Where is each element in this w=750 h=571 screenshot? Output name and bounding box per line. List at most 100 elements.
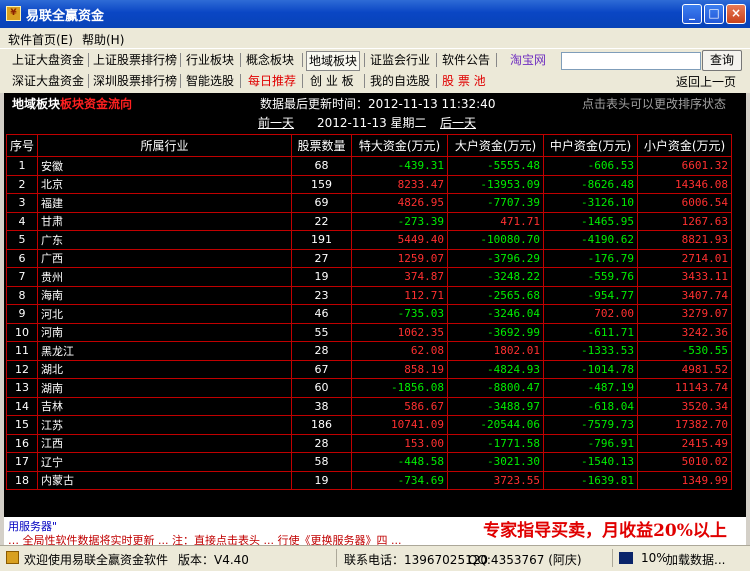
table-row[interactable]: 3 福建 69 4826.95 -7707.39 -3126.10 6006.54 [5,193,733,213]
cell-super-large: 153.00 [351,433,449,453]
cell-count: 28 [291,433,353,453]
cell-large: -10080.70 [447,230,545,250]
maximize-button[interactable]: □ [704,4,724,24]
cell-small: 5010.02 [637,452,733,472]
prev-day-link[interactable]: 前一天 [258,114,294,131]
menu-bar: 软件首页(E) 帮助(H) [0,28,750,48]
toolbar-stock-pool[interactable]: 股 票 池 [442,72,486,90]
menu-help[interactable]: 帮助(H) [82,31,124,48]
search-input[interactable] [561,52,701,70]
close-button[interactable]: × [726,4,746,24]
cell-medium: -7579.73 [543,415,639,435]
header-large[interactable]: 大户资金(万元) [447,134,545,157]
toolbar-notice[interactable]: 软件公告 [442,51,490,69]
cell-small: 4981.52 [637,359,733,379]
back-link[interactable]: 返回上一页 [676,73,736,90]
table-row[interactable]: 10 河南 55 1062.35 -3692.99 -611.71 3242.36 [5,322,733,342]
toolbar-industry[interactable]: 行业板块 [186,51,234,69]
cell-medium: -559.76 [543,267,639,287]
table-row[interactable]: 6 广西 27 1259.07 -3796.29 -176.79 2714.01 [5,248,733,268]
cell-small: 1349.99 [637,470,733,490]
toolbar-taobao[interactable]: 淘宝网 [510,51,546,69]
cell-medium: -487.19 [543,378,639,398]
minimize-button[interactable]: _ [682,4,702,24]
cell-large: -7707.39 [447,193,545,213]
toolbar-smart-pick[interactable]: 智能选股 [186,72,234,90]
header-index[interactable]: 序号 [5,134,39,157]
toolbar-sh-market[interactable]: 上证大盘资金 [12,51,84,69]
toolbar-concept[interactable]: 概念板块 [246,51,294,69]
cell-medium: -1014.78 [543,359,639,379]
cell-large: -4824.93 [447,359,545,379]
cell-small: 1267.63 [637,211,733,231]
cell-count: 55 [291,322,353,342]
table-row[interactable]: 7 贵州 19 374.87 -3248.22 -559.76 3433.11 [5,267,733,287]
cell-super-large: -734.69 [351,470,449,490]
window-title: 易联全赢资金 [26,9,105,24]
cell-index: 15 [5,415,39,435]
cell-count: 27 [291,248,353,268]
app-icon: ¥ [6,6,21,21]
header-count[interactable]: 股票数量 [291,134,353,157]
next-day-link[interactable]: 后一天 [440,114,476,131]
header-medium[interactable]: 中户资金(万元) [543,134,639,157]
cell-large: 471.71 [447,211,545,231]
table-row[interactable]: 2 北京 159 8233.47 -13953.09 -8626.48 14346.08 [5,174,733,194]
cell-large: -5555.48 [447,156,545,176]
table-row[interactable]: 11 黑龙江 28 62.08 1802.01 -1333.53 -530.55 [5,341,733,361]
toolbar-gem[interactable]: 创 业 板 [310,72,354,90]
cell-super-large: 858.19 [351,359,449,379]
cell-region: 河北 [37,304,293,324]
header-super-large[interactable]: 特大资金(万元) [351,134,449,157]
cell-small: -530.55 [637,341,733,361]
toolbar-watchlist[interactable]: 我的自选股 [370,72,430,90]
toolbar-sz-ranking[interactable]: 深圳股票排行榜 [93,72,177,90]
toolbar-csrc[interactable]: 证监会行业 [370,51,430,69]
cell-count: 159 [291,174,353,194]
cell-index: 1 [5,156,39,176]
cell-index: 6 [5,248,39,268]
toolbar-region[interactable]: 地域板块 [306,51,361,71]
table-row[interactable]: 13 湖南 60 -1856.08 -8800.47 -487.19 11143.74 [5,378,733,398]
toolbar-daily-pick[interactable]: 每日推荐 [248,72,296,90]
toolbar-sz-market[interactable]: 深证大盘资金 [12,72,84,90]
table-row[interactable]: 5 广东 191 5449.40 -10080.70 -4190.62 8821.93 [5,230,733,250]
status-app-icon [6,551,19,564]
menu-home[interactable]: 软件首页(E) [8,31,73,48]
search-button[interactable]: 查询 [702,50,742,71]
cell-large: -1771.58 [447,433,545,453]
cell-region: 吉林 [37,396,293,416]
cell-medium: -796.91 [543,433,639,453]
cell-medium: -611.71 [543,322,639,342]
table-row[interactable]: 1 安徽 68 -439.31 -5555.48 -606.53 6601.32 [5,156,733,176]
cell-small: 3242.36 [637,322,733,342]
table-row[interactable]: 16 江西 28 153.00 -1771.58 -796.91 2415.49 [5,433,733,453]
toolbar-sh-ranking[interactable]: 上证股票排行榜 [93,51,177,69]
cell-super-large: -735.03 [351,304,449,324]
cell-small: 3433.11 [637,267,733,287]
cell-region: 安徽 [37,156,293,176]
cell-large: -3692.99 [447,322,545,342]
header-small[interactable]: 小户资金(万元) [637,134,733,157]
table-row[interactable]: 8 海南 23 112.71 -2565.68 -954.77 3407.74 [5,285,733,305]
table-row[interactable]: 9 河北 46 -735.03 -3246.04 702.00 3279.07 [5,304,733,324]
title-bar: ¥ 易联全赢资金 _ □ × [0,0,750,28]
table-row[interactable]: 14 吉林 38 586.67 -3488.97 -618.04 3520.34 [5,396,733,416]
table-header-row: 序号 所属行业 股票数量 特大资金(万元) 大户资金(万元) 中户资金(万元) … [5,134,733,157]
table-row[interactable]: 17 辽宁 58 -448.58 -3021.30 -1540.13 5010.02 [5,452,733,472]
cell-medium: -1639.81 [543,470,639,490]
cell-medium: -4190.62 [543,230,639,250]
header-region[interactable]: 所属行业 [37,134,293,157]
cell-index: 7 [5,267,39,287]
cell-region: 江苏 [37,415,293,435]
cell-region: 海南 [37,285,293,305]
ad-banner[interactable]: 专家指导买卖，月收益20%以上 [464,517,746,545]
cell-small: 14346.08 [637,174,733,194]
cell-super-large: 8233.47 [351,174,449,194]
table-row[interactable]: 18 内蒙古 19 -734.69 3723.55 -1639.81 1349.99 [5,470,733,490]
cell-count: 69 [291,193,353,213]
cell-region: 湖南 [37,378,293,398]
table-row[interactable]: 4 甘肃 22 -273.39 471.71 -1465.95 1267.63 [5,211,733,231]
table-row[interactable]: 12 湖北 67 858.19 -4824.93 -1014.78 4981.52 [5,359,733,379]
table-row[interactable]: 15 江苏 186 10741.09 -20544.06 -7579.73 17382.70 [5,415,733,435]
